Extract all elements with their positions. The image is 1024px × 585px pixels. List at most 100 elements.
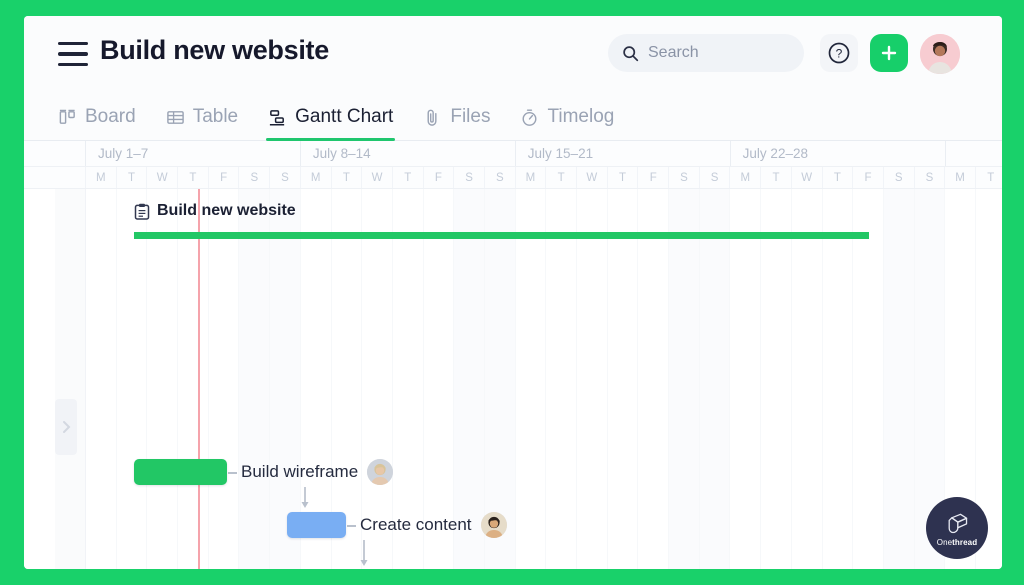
- day-header-cell: M: [945, 167, 976, 188]
- page-title: Build new website: [100, 35, 329, 65]
- day-header-cell: S: [485, 167, 516, 188]
- day-header-cell: T: [393, 167, 424, 188]
- day-header-cell: T: [332, 167, 363, 188]
- grid-column: [86, 189, 117, 569]
- group-header[interactable]: Build new website: [134, 202, 296, 220]
- day-header-cell: T: [546, 167, 577, 188]
- header-spacer: [24, 167, 86, 188]
- grid-column: [761, 189, 792, 569]
- paperclip-icon: [427, 109, 437, 126]
- hamburger-icon[interactable]: [58, 42, 88, 66]
- onethread-badge-label: Onethread: [936, 537, 978, 547]
- week-header-cell: July 22–28: [731, 141, 946, 166]
- grid-column: [699, 189, 731, 569]
- gantt-icon: [270, 109, 285, 125]
- assignee-avatar[interactable]: [480, 512, 507, 538]
- summary-bar[interactable]: [134, 232, 869, 239]
- day-header-cell: T: [823, 167, 854, 188]
- day-header-cell: T: [976, 167, 1002, 188]
- day-header-cell: W: [577, 167, 608, 188]
- grid-column: [853, 189, 884, 569]
- table-icon: [166, 110, 184, 124]
- grid-column: [147, 189, 179, 569]
- tab-bar: Board Table Gantt Chart Files Timelog: [24, 94, 1002, 141]
- day-header-cell: W: [147, 167, 179, 188]
- grid-column: [117, 189, 148, 569]
- week-header-cell: [946, 141, 1002, 166]
- day-header-cell: T: [117, 167, 148, 188]
- week-header-row: July 1–7 July 8–14 July 15–21 July 22–28: [24, 141, 1002, 167]
- group-header-label: Build new website: [157, 202, 296, 219]
- day-header-cell: W: [792, 167, 823, 188]
- day-header-cell: S: [669, 167, 700, 188]
- day-header-cell: F: [209, 167, 240, 188]
- grid-column: [792, 189, 823, 569]
- day-header-cell: S: [239, 167, 271, 188]
- tab-gantt-chart-label: Gantt Chart: [295, 106, 394, 127]
- plus-icon: [881, 45, 897, 61]
- day-header-cell: S: [454, 167, 485, 188]
- grid-column: [546, 189, 577, 569]
- day-header-cell: S: [270, 167, 301, 188]
- tab-table[interactable]: Table: [166, 94, 238, 140]
- day-header-cell: T: [761, 167, 792, 188]
- week-header-cell: July 8–14: [301, 141, 516, 166]
- onethread-badge[interactable]: Onethread: [926, 497, 988, 559]
- grid-column: [883, 189, 915, 569]
- avatar[interactable]: [920, 34, 960, 74]
- grid-column: [638, 189, 670, 569]
- grid-column: [239, 189, 271, 569]
- grid-column: [516, 189, 547, 569]
- task-bar[interactable]: [134, 459, 227, 485]
- grid-column: [730, 189, 762, 569]
- grid-column: [209, 189, 240, 569]
- assignee-avatar-face: [367, 459, 394, 485]
- day-header-cell: S: [700, 167, 731, 188]
- task-label: Build wireframe: [241, 459, 394, 485]
- day-header-cell: M: [730, 167, 762, 188]
- assignee-avatar[interactable]: [367, 459, 394, 485]
- day-header-cell: W: [362, 167, 393, 188]
- clipboard-icon: [134, 203, 150, 220]
- day-header-cell: M: [301, 167, 332, 188]
- day-header-cell: S: [915, 167, 946, 188]
- week-header-cell: July 1–7: [86, 141, 301, 166]
- chevron-right-icon: [62, 421, 70, 433]
- task-label: Create content: [360, 512, 507, 538]
- help-button[interactable]: ?: [820, 34, 858, 72]
- tab-files[interactable]: Files: [423, 94, 490, 140]
- day-header-cell: F: [424, 167, 455, 188]
- user-avatar: [920, 34, 960, 74]
- grid-column: [823, 189, 854, 569]
- dependency-arrow: [359, 540, 369, 569]
- task-bar[interactable]: [287, 512, 346, 538]
- tab-files-label: Files: [450, 106, 491, 127]
- grid-column: [669, 189, 700, 569]
- task-label-text: Create content: [360, 515, 472, 534]
- tab-board[interactable]: Board: [58, 94, 136, 140]
- today-line: [198, 189, 200, 569]
- sidebar-expand-button[interactable]: [55, 399, 77, 455]
- assignee-avatar-face: [480, 512, 507, 538]
- day-header-cell: F: [853, 167, 884, 188]
- svg-text:?: ?: [836, 47, 843, 61]
- search-icon: [623, 45, 639, 61]
- tab-gantt-chart[interactable]: Gantt Chart: [266, 94, 396, 141]
- question-mark-icon: ?: [828, 42, 850, 64]
- task-label-connector: [347, 525, 356, 527]
- tab-table-label: Table: [192, 106, 239, 127]
- collapsed-sidebar: [55, 189, 86, 569]
- search-placeholder: Search: [648, 44, 699, 61]
- add-button[interactable]: [870, 34, 908, 72]
- day-header-cell: T: [608, 167, 639, 188]
- task-label-text: Build wireframe: [241, 462, 359, 481]
- grid-column: [608, 189, 639, 569]
- gantt-canvas[interactable]: Build new website Build wireframe Create …: [24, 189, 1002, 569]
- tab-timelog[interactable]: Timelog: [520, 94, 614, 140]
- day-header-cell: T: [178, 167, 209, 188]
- summary-bar-cap-left: [134, 232, 142, 239]
- search-input[interactable]: Search: [608, 34, 804, 72]
- column-gridlines: [24, 189, 1002, 569]
- week-header-cell: July 15–21: [516, 141, 731, 166]
- tab-board-label: Board: [85, 106, 136, 127]
